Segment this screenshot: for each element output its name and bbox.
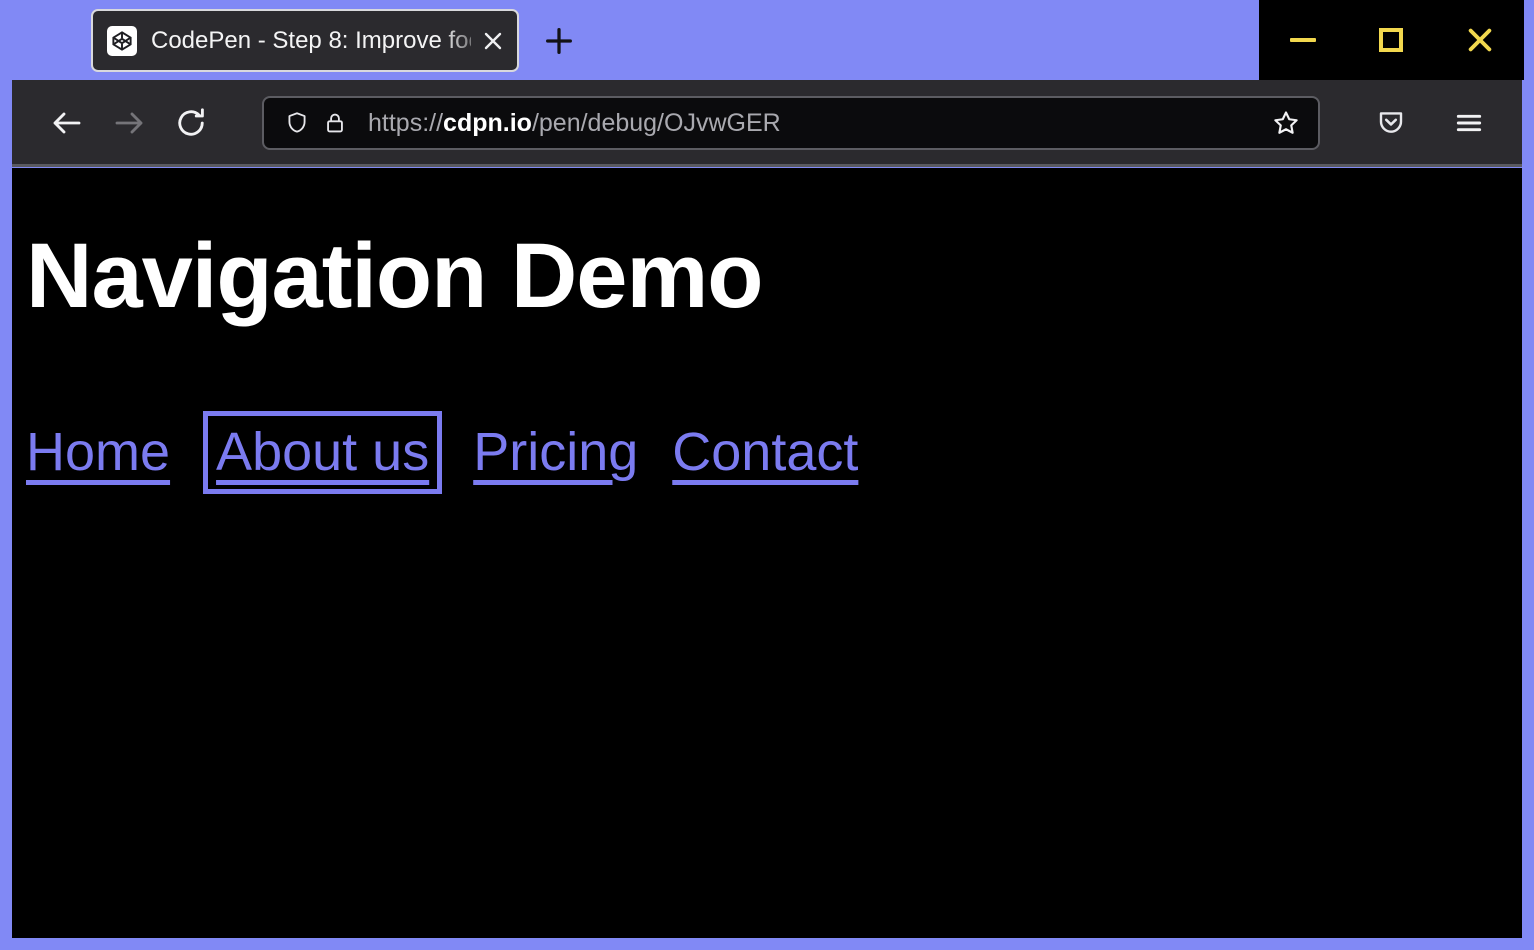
minimize-button[interactable] [1273, 10, 1333, 70]
pocket-icon [1375, 107, 1407, 139]
arrow-right-icon [111, 105, 147, 141]
toolbar-right-group [1344, 92, 1500, 154]
tab-strip: CodePen - Step 8: Improve focu [0, 0, 1534, 80]
nav-link-home[interactable]: Home [26, 424, 170, 481]
minimize-icon [1290, 38, 1316, 42]
tracking-protection-shield-icon[interactable] [280, 106, 314, 140]
page-navigation: Home About us Pricing Contact [26, 424, 892, 481]
hamburger-menu-icon [1453, 107, 1485, 139]
toolbar-separator [12, 164, 1522, 167]
url-scheme: https:// [368, 109, 443, 137]
new-tab-button[interactable] [534, 16, 584, 66]
app-menu-button[interactable] [1438, 92, 1500, 154]
page-title: Navigation Demo [26, 230, 762, 322]
window-controls [1259, 0, 1524, 80]
maximize-button[interactable] [1361, 10, 1421, 70]
url-text[interactable]: https://cdpn.io/pen/debug/OJvwGER [368, 109, 1264, 138]
reload-button[interactable] [160, 92, 222, 154]
close-icon [1464, 24, 1496, 56]
page-viewport: Navigation Demo Home About us Pricing Co… [12, 168, 1522, 938]
browser-toolbar: https://cdpn.io/pen/debug/OJvwGER [12, 80, 1522, 166]
url-host: cdpn.io [443, 109, 532, 137]
browser-tab-active[interactable]: CodePen - Step 8: Improve focu [91, 9, 519, 72]
codepen-icon [107, 26, 137, 56]
close-window-button[interactable] [1450, 10, 1510, 70]
nav-link-pricing[interactable]: Pricing [473, 424, 638, 481]
arrow-left-icon [49, 105, 85, 141]
back-button[interactable] [36, 92, 98, 154]
browser-window: CodePen - Step 8: Improve focu [0, 0, 1534, 950]
reload-icon [173, 105, 209, 141]
pocket-button[interactable] [1360, 92, 1422, 154]
close-icon[interactable] [471, 19, 515, 63]
nav-link-contact[interactable]: Contact [672, 424, 858, 481]
bookmark-star-icon[interactable] [1264, 101, 1308, 145]
address-bar[interactable]: https://cdpn.io/pen/debug/OJvwGER [262, 96, 1320, 150]
forward-button [98, 92, 160, 154]
maximize-icon [1379, 28, 1403, 52]
connection-secure-lock-icon[interactable] [318, 106, 352, 140]
nav-link-about-us[interactable]: About us [216, 424, 429, 481]
url-path: /pen/debug/OJvwGER [532, 109, 781, 137]
tab-title: CodePen - Step 8: Improve focu [151, 27, 471, 55]
